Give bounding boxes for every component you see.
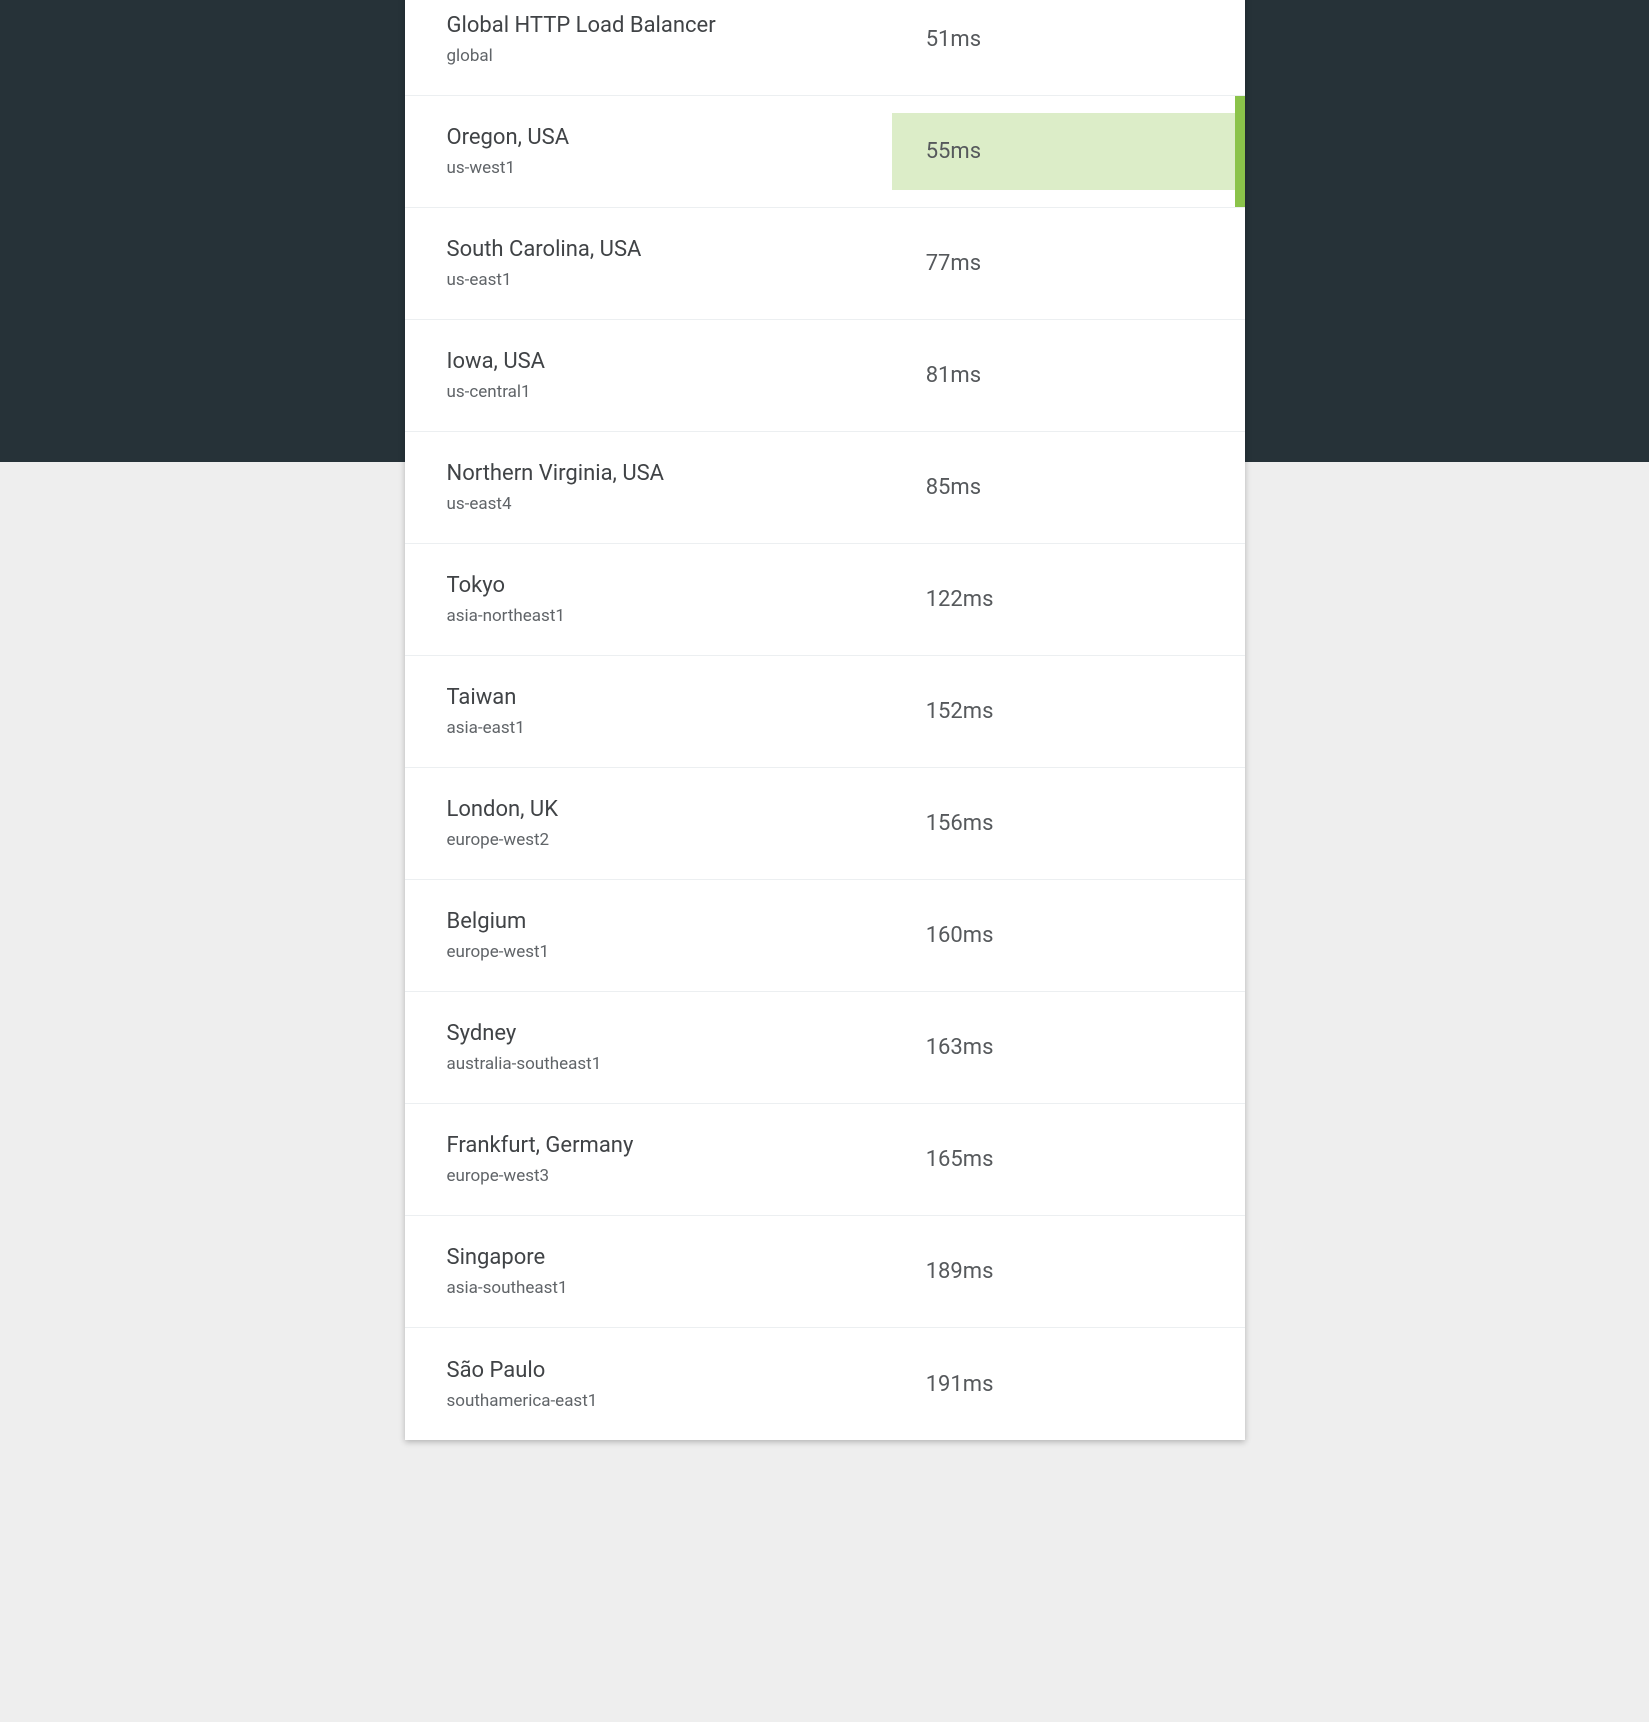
latency-cell: 85ms: [892, 449, 1245, 526]
table-body: Global HTTP Load Balancerglobal51msOrego…: [405, 0, 1245, 1440]
region-cell: Oregon, USA us-west1: [405, 99, 892, 204]
region-name: Sydney: [447, 1021, 850, 1046]
latency-cell: 160ms: [892, 897, 1245, 974]
table-row: Taiwan asia-east1 152ms: [405, 656, 1245, 768]
region-cell: Taiwan asia-east1: [405, 659, 892, 764]
region-name: Global HTTP Load Balancer: [447, 13, 850, 38]
table-row: São Paulo southamerica-east1 191ms: [405, 1328, 1245, 1440]
latency-cell: 156ms: [892, 785, 1245, 862]
region-cell: Singapore asia-southeast1: [405, 1219, 892, 1324]
region-code: southamerica-east1: [447, 1391, 850, 1411]
latency-cell: 189ms: [892, 1233, 1245, 1310]
latency-cell: 122ms: [892, 561, 1245, 638]
latency-cell: 81ms: [892, 337, 1245, 414]
table-row: Northern Virginia, USA us-east4 85ms: [405, 432, 1245, 544]
region-cell: Global HTTP Load Balancer global: [405, 0, 892, 92]
region-name: Tokyo: [447, 573, 850, 598]
table-row: Sydney australia-southeast1 163ms: [405, 992, 1245, 1104]
region-name: Oregon, USA: [447, 125, 850, 150]
latency-cell: 191ms: [892, 1346, 1245, 1423]
region-code: us-east1: [447, 270, 850, 290]
latency-cell: 165ms: [892, 1121, 1245, 1198]
region-cell: Tokyo asia-northeast1: [405, 547, 892, 652]
latency-cell: 51ms: [892, 1, 1245, 78]
latency-table-card: REGION MEDIAN LATENCY Global HTTP Load B…: [405, 0, 1245, 1440]
table-row: Belgium europe-west1 160ms: [405, 880, 1245, 992]
region-code: asia-southeast1: [447, 1278, 850, 1298]
region-cell: South Carolina, USA us-east1: [405, 211, 892, 316]
table-row: Tokyo asia-northeast1 122ms: [405, 544, 1245, 656]
table-row: South Carolina, USA us-east1 77ms: [405, 208, 1245, 320]
region-code: europe-west2: [447, 830, 850, 850]
latency-cell: 77ms: [892, 225, 1245, 302]
region-name: Northern Virginia, USA: [447, 461, 850, 486]
region-code: us-central1: [447, 382, 850, 402]
region-cell: Sydney australia-southeast1: [405, 995, 892, 1100]
region-name: Singapore: [447, 1245, 850, 1270]
region-name: Frankfurt, Germany: [447, 1133, 850, 1158]
region-code: asia-northeast1: [447, 606, 850, 626]
region-cell: London, UK europe-west2: [405, 771, 892, 876]
region-code: global: [447, 46, 850, 66]
region-name: London, UK: [447, 797, 850, 822]
region-code: us-east4: [447, 494, 850, 514]
region-name: Iowa, USA: [447, 349, 850, 374]
region-cell: São Paulo southamerica-east1: [405, 1332, 892, 1437]
region-code: us-west1: [447, 158, 850, 178]
region-name: São Paulo: [447, 1358, 850, 1383]
region-name: Belgium: [447, 909, 850, 934]
latency-cell: 152ms: [892, 673, 1245, 750]
region-code: asia-east1: [447, 718, 850, 738]
latency-cell: 163ms: [892, 1009, 1245, 1086]
table-row: London, UK europe-west2 156ms: [405, 768, 1245, 880]
region-name: South Carolina, USA: [447, 237, 850, 262]
region-code: australia-southeast1: [447, 1054, 850, 1074]
table-row: Oregon, USA us-west1 55ms: [405, 96, 1245, 208]
region-code: europe-west3: [447, 1166, 850, 1186]
latency-cell: 55ms: [892, 113, 1245, 190]
table-row: Iowa, USA us-central1 81ms: [405, 320, 1245, 432]
region-cell: Belgium europe-west1: [405, 883, 892, 988]
table-row: Frankfurt, Germany europe-west3 165ms: [405, 1104, 1245, 1216]
region-name: Taiwan: [447, 685, 850, 710]
region-cell: Iowa, USA us-central1: [405, 323, 892, 428]
region-cell: Frankfurt, Germany europe-west3: [405, 1107, 892, 1212]
region-cell: Northern Virginia, USA us-east4: [405, 435, 892, 540]
table-row: Global HTTP Load Balancer global 51ms: [405, 0, 1245, 96]
region-code: europe-west1: [447, 942, 850, 962]
table-row: Singapore asia-southeast1 189ms: [405, 1216, 1245, 1328]
